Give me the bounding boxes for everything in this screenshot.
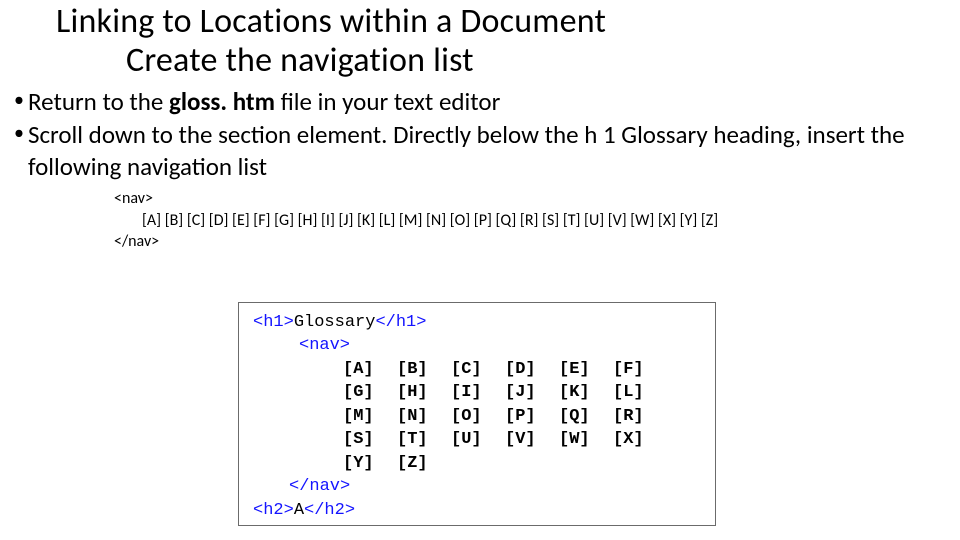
bullet-dot-icon: • <box>14 86 28 114</box>
bullet-text-1: Return to the gloss. htm file in your te… <box>28 86 960 117</box>
bullet-text-2: Scroll down to the section element. Dire… <box>28 119 960 182</box>
letter-cell: [F] <box>613 358 667 381</box>
letter-cell: [C] <box>451 358 505 381</box>
figure-line-h2: <h2>A</h2> <box>253 499 705 522</box>
b1-pre: Return to the <box>28 86 169 117</box>
code-figure: <h1>Glossary</h1> <nav> [A][B][C][D][E][… <box>238 302 716 526</box>
code-letters-line: [A] [B] [C] [D] [E] [F] [G] [H] [I] [J] … <box>114 210 960 232</box>
letter-cell: [I] <box>451 381 505 404</box>
bullet-dot-icon: • <box>14 119 28 147</box>
letter-cell: [B] <box>397 358 451 381</box>
b1-post: file in your text editor <box>275 86 500 117</box>
bullet-list: • Return to the gloss. htm file in your … <box>14 86 960 182</box>
slide: Linking to Locations within a Document C… <box>0 2 960 540</box>
h1-open-tag: <h1> <box>253 313 294 332</box>
letter-cell: [E] <box>559 358 613 381</box>
letter-cell: [Z] <box>397 452 451 475</box>
nav-open-tag: <nav> <box>299 336 350 355</box>
letter-cell: [X] <box>613 428 667 451</box>
page-title: Linking to Locations within a Document <box>56 2 960 41</box>
letter-cell: [N] <box>397 405 451 428</box>
code-nav-close: </nav> <box>114 231 960 253</box>
h1-text: Glossary <box>294 313 376 332</box>
figure-line-h1: <h1>Glossary</h1> <box>253 311 705 334</box>
figure-line-nav-close: </nav> <box>253 475 705 498</box>
letter-cell: [G] <box>343 381 397 404</box>
letter-cell: [W] <box>559 428 613 451</box>
letter-cell: [A] <box>343 358 397 381</box>
letter-cell: [P] <box>505 405 559 428</box>
letter-cell: [U] <box>451 428 505 451</box>
nav-close-tag: </nav> <box>289 477 350 496</box>
figure-line-nav-open: <nav> <box>253 334 705 357</box>
bullet-item-2: • Scroll down to the section element. Di… <box>14 119 960 182</box>
letter-cell: [R] <box>613 405 667 428</box>
h2-open-tag: <h2> <box>253 501 294 520</box>
letter-cell: [S] <box>343 428 397 451</box>
letter-cell: [M] <box>343 405 397 428</box>
letter-cell: [Q] <box>559 405 613 428</box>
letter-cell: [V] <box>505 428 559 451</box>
letter-cell: [Y] <box>343 452 397 475</box>
letter-cell: [J] <box>505 381 559 404</box>
h2-close-tag: </h2> <box>304 501 355 520</box>
h1-close-tag: </h1> <box>375 313 426 332</box>
bullet-item-1: • Return to the gloss. htm file in your … <box>14 86 960 117</box>
b1-bold: gloss. htm <box>169 86 275 117</box>
letter-cell: [O] <box>451 405 505 428</box>
page-subtitle: Create the navigation list <box>126 41 960 80</box>
letter-cell: [L] <box>613 381 667 404</box>
letter-cell: [K] <box>559 381 613 404</box>
code-nav-open: <nav> <box>114 188 960 210</box>
letter-cell: [H] <box>397 381 451 404</box>
figure-letter-grid: [A][B][C][D][E][F][G][H][I][J][K][L][M][… <box>343 358 705 475</box>
letter-cell: [D] <box>505 358 559 381</box>
inline-code-sample: <nav> [A] [B] [C] [D] [E] [F] [G] [H] [I… <box>114 188 960 253</box>
letter-cell: [T] <box>397 428 451 451</box>
h2-text: A <box>294 501 304 520</box>
